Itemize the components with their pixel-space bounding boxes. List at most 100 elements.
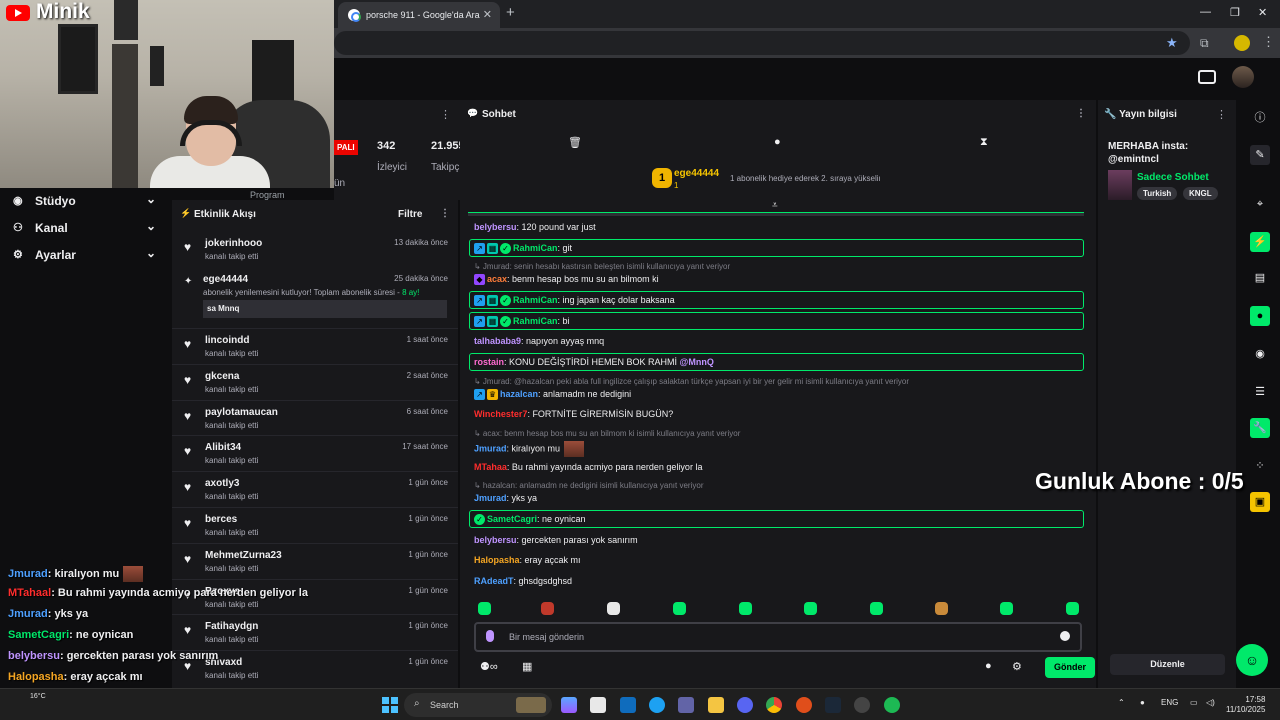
outlook-icon[interactable] xyxy=(620,697,636,713)
chat-message: ◆ acax: benm hesap bos mu su an bilmom ki xyxy=(474,274,659,286)
profile-avatar[interactable] xyxy=(1234,35,1250,51)
volume-icon[interactable]: ◁) xyxy=(1206,698,1215,707)
mod-view-icon[interactable] xyxy=(1198,70,1216,84)
clapper-icon[interactable]: ▣ xyxy=(1250,492,1270,512)
activity-item[interactable]: ♥ Fatihaydgn kanalı takip etti 1 gün önce xyxy=(172,614,458,650)
emote-bar xyxy=(478,602,1080,618)
chat-input[interactable]: Bir mesaj gönderin xyxy=(474,622,1082,652)
filter-button[interactable]: Filtre xyxy=(398,209,422,220)
queue-icon[interactable]: ☰ xyxy=(1250,382,1270,402)
nav-channel[interactable]: ⚇ Kanal ⌄ xyxy=(0,215,172,242)
follow-text: kanalı takip etti xyxy=(205,252,259,261)
nav-studio[interactable]: ◉ Stüdyo ⌄ xyxy=(0,188,172,215)
mic-icon[interactable] xyxy=(486,630,494,642)
more-options-icon[interactable]: ⋮ xyxy=(1076,108,1086,119)
mic-tray-icon[interactable]: ● xyxy=(1140,698,1145,707)
user-avatar[interactable] xyxy=(1232,66,1254,88)
emote-icon[interactable] xyxy=(804,602,817,615)
teams-icon[interactable] xyxy=(678,697,694,713)
hourglass-icon[interactable]: ⧗ xyxy=(980,136,988,149)
bookmark-star-icon[interactable]: ★ xyxy=(1166,35,1178,51)
chat-icon[interactable]: ● xyxy=(1250,306,1270,326)
bolt-icon[interactable]: ⚡ xyxy=(1250,232,1270,252)
activity-item[interactable]: ♥ jokerinhooo kanalı takip etti 13 dakik… xyxy=(172,232,458,268)
activity-item[interactable]: ♥ MehmetZurna23 kanalı takip etti 1 gün önc… xyxy=(172,542,458,579)
browser-tab[interactable]: porsche 911 - Google'da Ara ✕ xyxy=(338,2,500,28)
emote-icon[interactable] xyxy=(1066,602,1079,615)
browser-menu-icon[interactable]: ⋮ xyxy=(1262,34,1275,50)
emote-icon[interactable] xyxy=(478,602,491,615)
search-banner xyxy=(516,697,546,713)
maximize-button[interactable]: ❐ xyxy=(1230,6,1240,19)
activity-item[interactable]: ♥ berces kanalı takip etti 1 gün önce xyxy=(172,507,458,543)
scroll-icon[interactable]: ⩡ xyxy=(772,200,778,211)
wrench-icon[interactable]: 🔧 xyxy=(1250,418,1270,438)
app-icon[interactable] xyxy=(796,697,812,713)
verified-icon: ✓ xyxy=(500,243,511,255)
app-icon[interactable] xyxy=(854,697,870,713)
activity-item[interactable]: ♥ gkcena kanalı takip etti 2 saat önce xyxy=(172,363,458,400)
edge-icon[interactable] xyxy=(649,697,665,713)
chat-message: ↗ ▦ ✓ RahmiCan: bi xyxy=(474,316,570,328)
taskbar-search[interactable]: ⌕ Search xyxy=(404,693,552,717)
emote-icon[interactable] xyxy=(1000,602,1013,615)
extensions-icon[interactable]: ⧉ xyxy=(1200,36,1209,51)
activity-item[interactable]: ♥ paylotamaucan kanalı takip etti 6 saat ön… xyxy=(172,399,458,436)
close-window-button[interactable]: ✕ xyxy=(1258,6,1267,19)
edit-button[interactable]: Düzenle xyxy=(1110,654,1225,675)
emote-icon[interactable] xyxy=(935,602,948,615)
category-thumbnail[interactable] xyxy=(1108,170,1132,200)
emote-icon[interactable] xyxy=(870,602,883,615)
network-icon[interactable]: ▭ xyxy=(1190,698,1198,707)
discord-icon[interactable] xyxy=(737,697,753,713)
trash-icon[interactable]: 🗑 xyxy=(568,136,582,149)
new-tab-button[interactable]: + xyxy=(506,4,515,21)
more-options-icon[interactable]: ⋮ xyxy=(440,108,451,121)
spotify-icon[interactable] xyxy=(884,697,900,713)
clock[interactable]: 17:58 11/10/2025 xyxy=(1226,695,1265,715)
document-icon[interactable]: ▤ xyxy=(1250,268,1270,288)
send-button[interactable]: Gönder xyxy=(1045,657,1095,678)
store-icon[interactable]: ▦ xyxy=(522,660,532,673)
tag-badge[interactable]: Turkish xyxy=(1137,187,1178,200)
chat-icon[interactable]: ● xyxy=(985,660,992,672)
gifter-name[interactable]: ege44444 xyxy=(674,168,719,179)
activity-item[interactable]: ♥ lincoindd kanalı takip etti 1 saat önce xyxy=(172,328,458,364)
tab-close-button[interactable]: ✕ xyxy=(483,8,492,21)
emote-icon[interactable] xyxy=(673,602,686,615)
copilot-icon[interactable] xyxy=(561,697,577,713)
minimize-button[interactable]: — xyxy=(1200,6,1211,18)
activity-feed: ⚡ Etkinlik Akışı Filtre ⋮ ♥ jokerinhooo … xyxy=(172,200,458,688)
emoji-icon[interactable] xyxy=(1060,631,1070,641)
dots-icon[interactable]: ⁘ xyxy=(1250,456,1270,476)
points-icon[interactable]: ⚉∞ xyxy=(480,660,498,673)
store-icon[interactable] xyxy=(590,697,606,713)
nav-label: Kanal xyxy=(35,221,68,235)
activity-item[interactable]: ♥ Alibit34 kanalı takip etti 17 saat önce xyxy=(172,435,458,471)
follow-text: kanalı takip etti xyxy=(205,420,259,430)
steam-icon[interactable] xyxy=(825,697,841,713)
gear-icon[interactable]: ⚙ xyxy=(1012,660,1022,673)
broadcast-icon[interactable]: ◉ xyxy=(1250,344,1270,364)
more-options-icon[interactable]: ⋮ xyxy=(440,208,450,219)
category-name[interactable]: Sadece Sohbet xyxy=(1137,172,1209,183)
tag-badge[interactable]: KNGL xyxy=(1183,187,1218,200)
folder-icon[interactable] xyxy=(708,697,724,713)
omnibox[interactable] xyxy=(334,31,1190,55)
subscription-event[interactable]: ✦ ege44444 25 dakika önce abonelik yenil… xyxy=(172,268,458,324)
language-indicator[interactable]: ENG xyxy=(1161,698,1178,707)
emote-icon[interactable] xyxy=(541,602,554,615)
info-icon[interactable]: ⓘ xyxy=(1250,108,1270,128)
pencil-icon[interactable]: ✎ xyxy=(1250,145,1270,165)
chrome-icon[interactable] xyxy=(766,697,782,713)
support-fab[interactable]: ☺ xyxy=(1236,644,1268,676)
activity-item[interactable]: ♥ axotly3 kanalı takip etti 1 gün önce xyxy=(172,471,458,507)
chat-icon[interactable]: ● xyxy=(774,136,781,148)
tray-chevron-icon[interactable]: ⌃ xyxy=(1118,698,1125,707)
more-options-icon[interactable]: ⋮ xyxy=(1216,108,1227,121)
emote-icon[interactable] xyxy=(607,602,620,615)
target-icon[interactable]: ⌖ xyxy=(1250,194,1270,214)
nav-settings[interactable]: ⚙ Ayarlar ⌄ xyxy=(0,242,172,269)
emote-icon[interactable] xyxy=(739,602,752,615)
windows-start-icon[interactable] xyxy=(382,697,398,713)
